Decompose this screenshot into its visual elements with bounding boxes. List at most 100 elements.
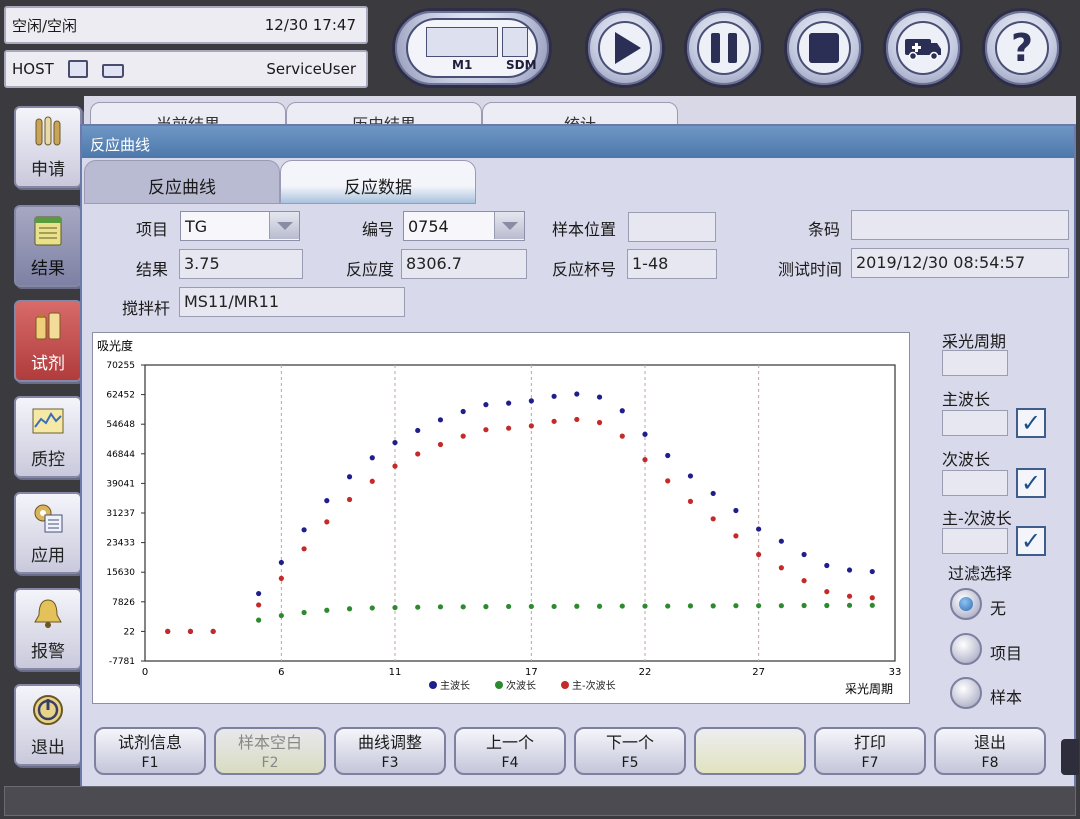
main-wavelength-label: 主波长 <box>942 390 991 409</box>
blank-function-button[interactable] <box>694 727 806 775</box>
data-point <box>483 402 489 408</box>
filter-radio-sample[interactable] <box>950 677 982 709</box>
tab-reaction-data[interactable]: 反应数据 <box>280 160 476 204</box>
x-tick-label: 6 <box>278 667 284 678</box>
data-point <box>551 603 557 610</box>
side-drawer-handle[interactable] <box>1061 739 1079 775</box>
sidebar-item-qc[interactable]: 质控 <box>14 396 82 478</box>
sub-wavelength-checkbox[interactable]: ✓ <box>1016 468 1046 498</box>
curve-adjust-button[interactable]: 曲线调整 F3 <box>334 727 446 775</box>
data-point <box>415 604 421 610</box>
data-point <box>801 551 807 558</box>
sub-wavelength-field[interactable] <box>942 470 1008 496</box>
filter-radio-none[interactable] <box>950 588 982 620</box>
data-point <box>801 602 807 609</box>
data-point <box>369 605 375 611</box>
module-m1-icon <box>426 27 498 57</box>
notepad-icon <box>34 216 62 246</box>
y-tick-label: 39041 <box>106 479 135 489</box>
pause-icon <box>711 33 737 63</box>
fkey-shortcut: F2 <box>261 755 279 771</box>
previous-button[interactable]: 上一个 F4 <box>454 727 566 775</box>
data-point <box>256 617 262 623</box>
qc-chart-icon <box>32 408 64 434</box>
data-point <box>165 628 171 635</box>
legend-label: 主-次波长 <box>572 679 616 692</box>
result-field: 3.75 <box>179 249 303 279</box>
barcode-label: 条码 <box>808 220 841 239</box>
data-point <box>687 603 694 609</box>
sample-position-label: 样本位置 <box>552 220 617 239</box>
sample-blank-button[interactable]: 样本空白 F2 <box>214 727 326 775</box>
y-tick-label: 22 <box>124 627 135 637</box>
x-tick-label: 22 <box>639 667 652 678</box>
data-point <box>256 590 262 597</box>
data-point <box>415 451 421 457</box>
stop-button[interactable] <box>784 8 864 88</box>
filter-radio-item[interactable] <box>950 633 982 665</box>
x-tick-label: 0 <box>142 667 148 678</box>
data-point <box>483 427 489 433</box>
data-point <box>846 593 853 599</box>
data-point <box>756 603 762 609</box>
help-button[interactable]: ? <box>982 8 1062 88</box>
sidebar-item-exit[interactable]: 退出 <box>14 684 82 766</box>
cuvette-label: 反应杯号 <box>552 260 617 279</box>
chart-canvas: 吸光度 采光周期 0 6 11 17 22 27 33 70255 62452 54648 4684… <box>97 338 901 696</box>
sidebar-item-result[interactable]: 结果 <box>14 205 82 287</box>
result-label: 结果 <box>136 260 169 279</box>
data-point <box>392 463 398 469</box>
analyzer-status-button[interactable]: M1 SDM <box>392 8 552 88</box>
next-button[interactable]: 下一个 F5 <box>574 727 686 775</box>
tubes-icon <box>35 116 61 146</box>
x-tick-label: 17 <box>525 667 538 678</box>
computer-icon <box>67 60 88 78</box>
fkey-label: 样本空白 <box>237 733 302 752</box>
data-point <box>801 578 807 584</box>
item-value: TG <box>185 217 208 236</box>
pause-button[interactable] <box>684 8 764 88</box>
data-point <box>778 538 784 544</box>
data-point <box>596 603 603 609</box>
user-name: ServiceUser <box>266 60 356 78</box>
data-point <box>687 498 694 504</box>
module-m1-label: M1 <box>452 58 473 72</box>
y-tick-label: 46844 <box>106 450 135 460</box>
data-point <box>437 604 444 610</box>
item-select[interactable]: TG <box>180 211 300 241</box>
diff-wavelength-field[interactable] <box>942 528 1008 554</box>
exit-dialog-button[interactable]: 退出 F8 <box>934 727 1046 775</box>
sidebar-item-reagent[interactable]: 试剂 <box>14 300 82 382</box>
fkey-label: 下一个 <box>605 733 654 752</box>
reagent-info-button[interactable]: 试剂信息 F1 <box>94 727 206 775</box>
fkey-label: 曲线调整 <box>357 733 422 752</box>
data-point <box>301 527 307 533</box>
dialog-title: 反应曲线 <box>82 126 1074 158</box>
emergency-button[interactable] <box>883 8 963 88</box>
x-tick-label: 27 <box>752 667 765 678</box>
sidebar-item-alarm[interactable]: 报警 <box>14 588 82 670</box>
main-wavelength-field[interactable] <box>942 410 1008 436</box>
start-button[interactable] <box>585 8 665 88</box>
tab-reaction-curve[interactable]: 反应曲线 <box>84 160 280 204</box>
data-point <box>460 408 466 415</box>
filter-option-label: 样本 <box>990 688 1023 707</box>
sidebar-item-application[interactable]: 应用 <box>14 492 82 574</box>
main-wavelength-checkbox[interactable]: ✓ <box>1016 408 1046 438</box>
sidebar-item-request[interactable]: 申请 <box>14 106 82 188</box>
number-select[interactable]: 0754 <box>403 211 525 241</box>
diff-wavelength-checkbox[interactable]: ✓ <box>1016 526 1046 556</box>
data-point <box>824 589 830 595</box>
data-point <box>506 603 512 610</box>
print-button[interactable]: 打印 F7 <box>814 727 926 775</box>
fkey-label: 退出 <box>973 733 1006 752</box>
data-point <box>665 603 671 609</box>
checkmark-icon: ✓ <box>1020 409 1042 437</box>
legend-marker <box>429 681 437 689</box>
data-point <box>346 496 353 503</box>
stirrer-label: 搅拌杆 <box>122 299 171 318</box>
data-point <box>756 526 762 532</box>
period-field[interactable] <box>942 350 1008 376</box>
fkey-shortcut: F4 <box>501 755 519 771</box>
legend-label: 次波长 <box>506 679 536 692</box>
